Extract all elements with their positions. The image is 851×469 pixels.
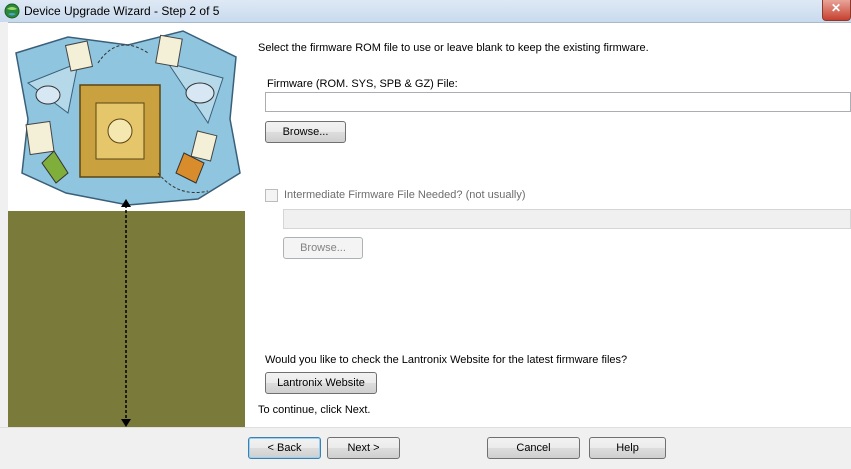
vertical-dimension-arrow [121, 199, 131, 427]
wizard-window: Device Upgrade Wizard - Step 2 of 5 ✕ Se… [0, 0, 851, 469]
globe-app-icon [4, 3, 20, 19]
firmware-file-input[interactable] [265, 92, 851, 112]
wizard-content: Select the firmware ROM file to use or l… [245, 23, 851, 427]
intermediate-firmware-checkbox[interactable] [265, 189, 278, 202]
browse-firmware-button[interactable]: Browse... [265, 121, 346, 143]
continue-instruction-text: To continue, click Next. [258, 404, 371, 416]
close-button[interactable]: ✕ [822, 0, 851, 21]
browse-intermediate-button[interactable]: Browse... [283, 237, 363, 259]
title-bar[interactable]: Device Upgrade Wizard - Step 2 of 5 ✕ [0, 0, 851, 23]
wizard-illustration [8, 23, 245, 211]
back-button[interactable]: < Back [248, 437, 321, 459]
window-left-border [0, 22, 8, 468]
intermediate-firmware-label: Intermediate Firmware File Needed? (not … [284, 189, 526, 201]
instruction-text: Select the firmware ROM file to use or l… [258, 42, 649, 54]
lantronix-website-button[interactable]: Lantronix Website [265, 372, 377, 394]
help-button[interactable]: Help [589, 437, 666, 459]
wizard-side-panel [8, 23, 245, 427]
intermediate-firmware-input[interactable] [283, 209, 851, 229]
next-button[interactable]: Next > [327, 437, 400, 459]
firmware-file-label: Firmware (ROM. SYS, SPB & GZ) File: [267, 78, 458, 90]
wizard-footer: < Back Next > Cancel Help [0, 427, 851, 469]
window-title: Device Upgrade Wizard - Step 2 of 5 [24, 4, 220, 18]
close-icon: ✕ [831, 1, 842, 15]
cancel-button[interactable]: Cancel [487, 437, 580, 459]
website-question-text: Would you like to check the Lantronix We… [265, 354, 628, 366]
